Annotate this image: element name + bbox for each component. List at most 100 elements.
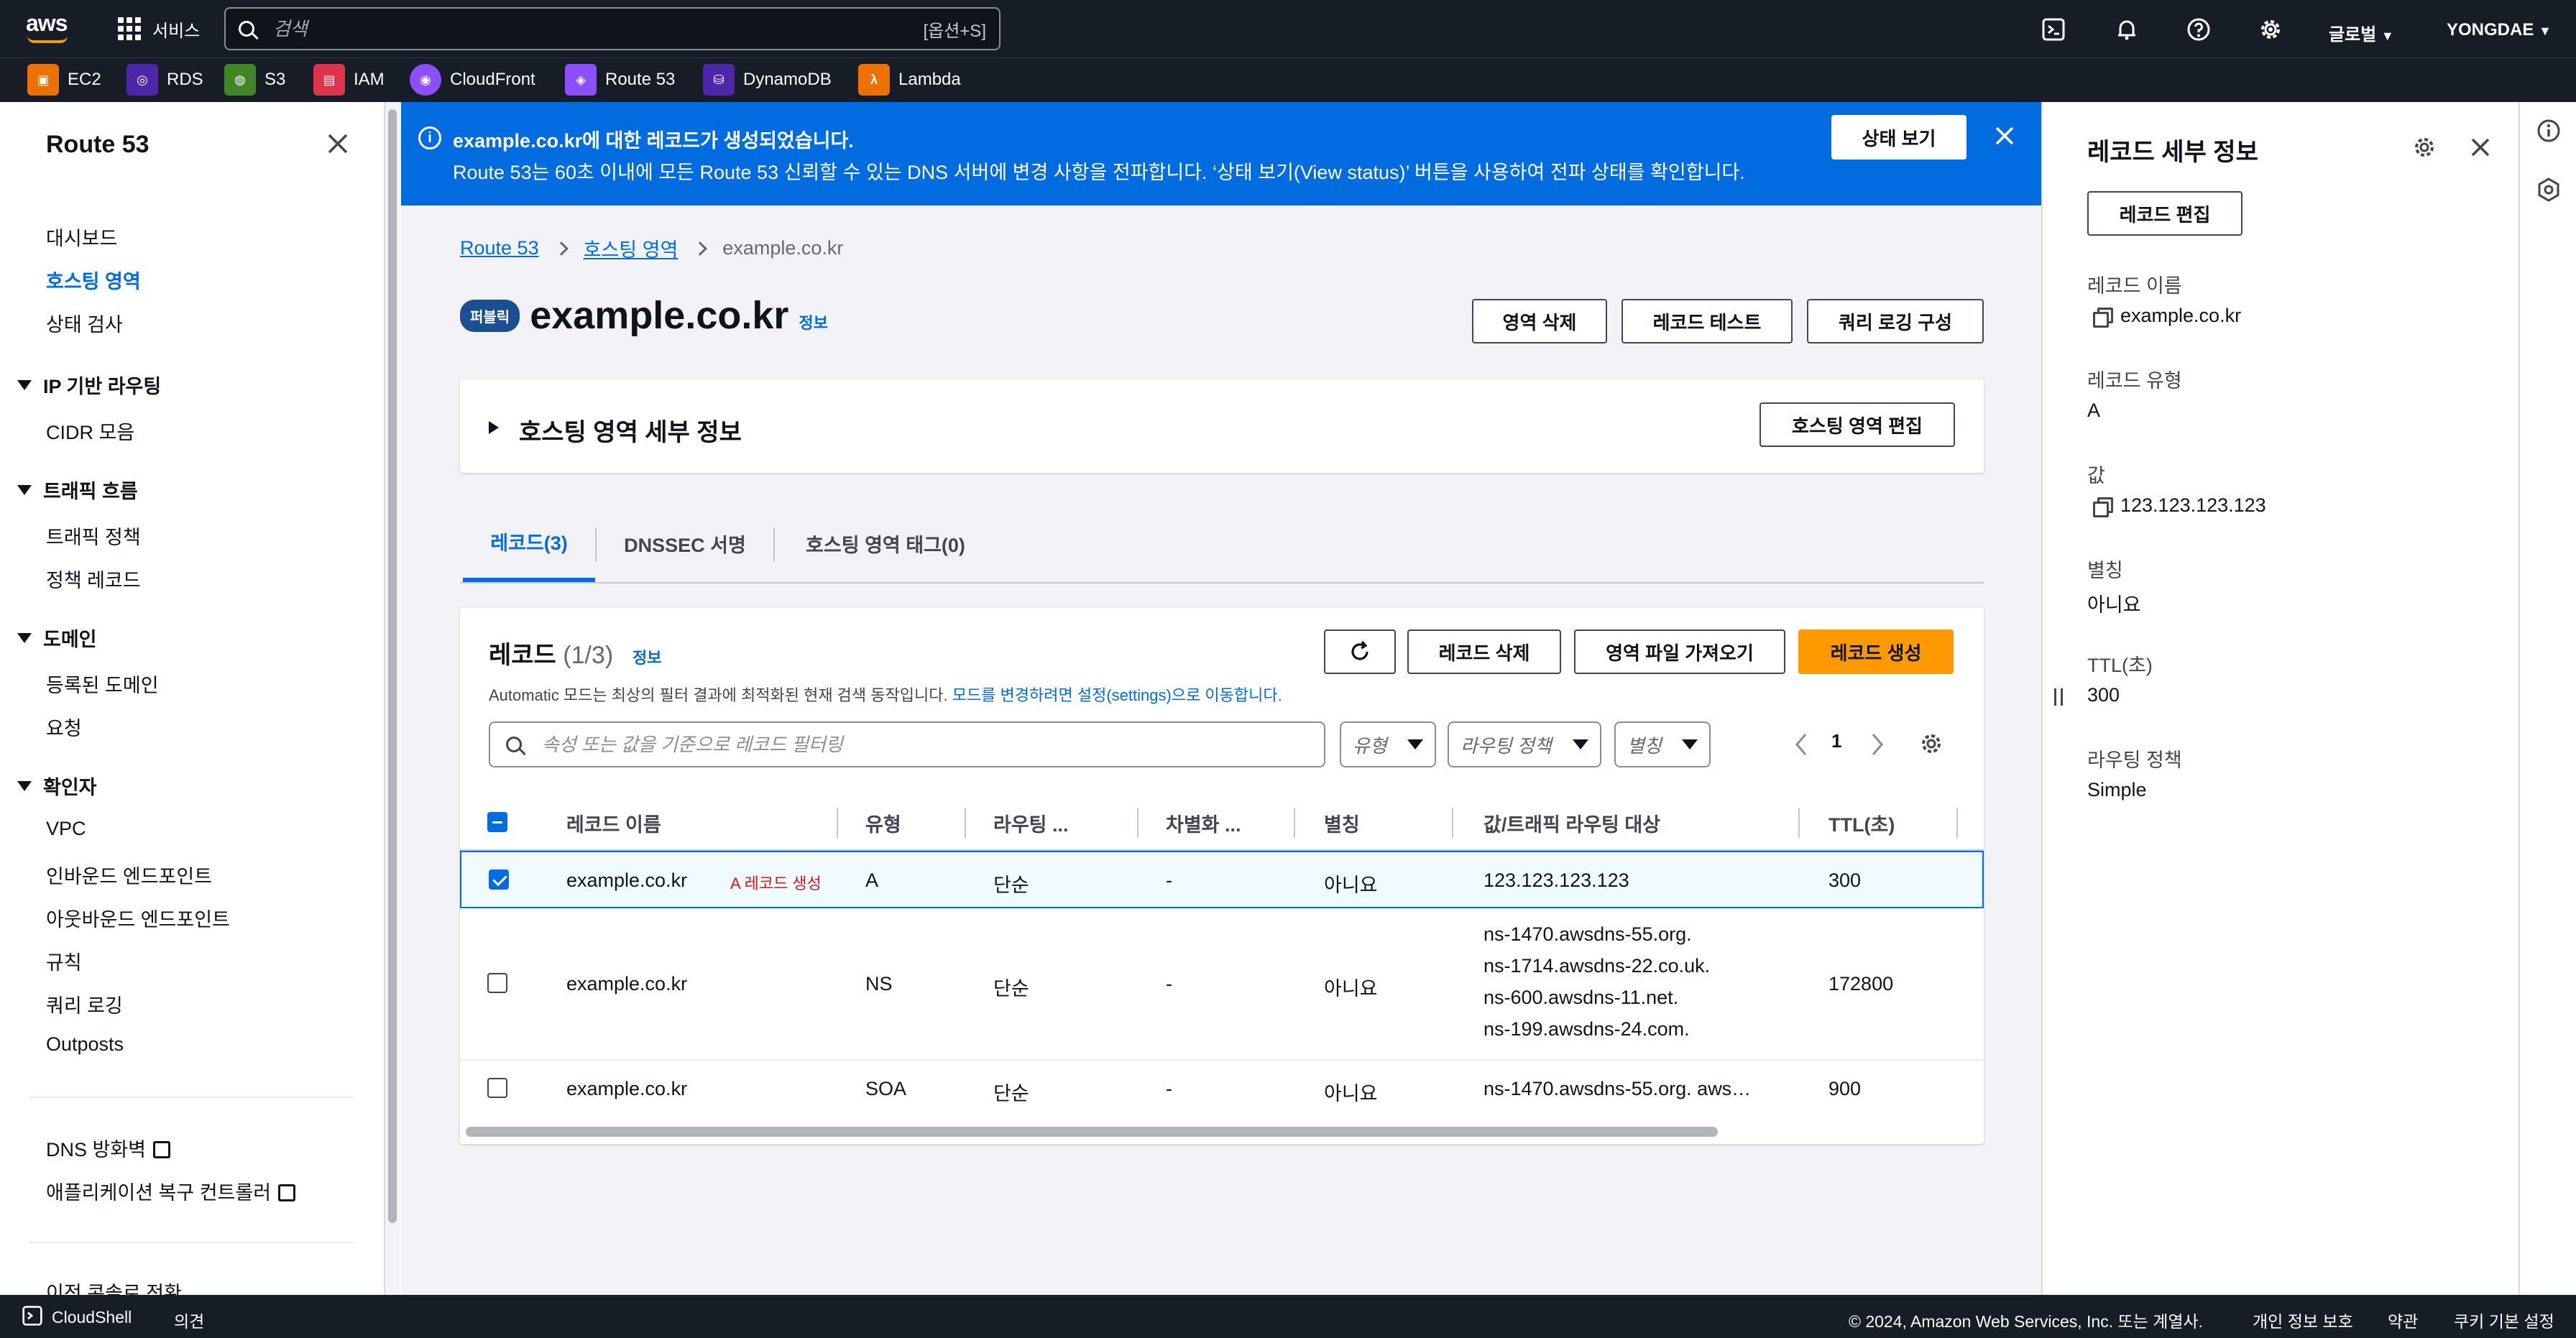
sidebar-item-outposts[interactable]: Outposts xyxy=(46,1033,124,1056)
sidebar-section-ip-routing[interactable]: IP 기반 라우팅 xyxy=(17,371,161,399)
column-type[interactable]: 유형 xyxy=(865,809,901,837)
import-zone-file-button[interactable]: 영역 파일 가져오기 xyxy=(1574,629,1785,674)
region-selector[interactable]: 글로벌 ▼ xyxy=(2329,20,2394,45)
edit-record-button[interactable]: 레코드 편집 xyxy=(2087,191,2242,236)
hexagon-help-icon[interactable] xyxy=(2536,177,2562,206)
settings-link[interactable]: 모드를 변경하려면 설정(settings)으로 이동합니다. xyxy=(952,686,1282,704)
record-filter-input[interactable] xyxy=(542,733,1308,756)
sidebar-item-requests[interactable]: 요청 xyxy=(46,713,82,741)
sidebar-item-dashboard[interactable]: 대시보드 xyxy=(46,223,117,251)
breadcrumb-hosted-zones[interactable]: 호스팅 영역 xyxy=(584,234,678,262)
tab-records[interactable]: 레코드(3) xyxy=(463,504,595,582)
column-resizer[interactable] xyxy=(1137,808,1138,838)
tab-dnssec[interactable]: DNSSEC 서명 xyxy=(597,504,773,582)
sidebar-item-policy-records[interactable]: 정책 레코드 xyxy=(46,565,141,593)
row-checkbox[interactable] xyxy=(487,973,507,993)
column-ttl[interactable]: TTL(초) xyxy=(1828,809,1895,837)
details-expander-title[interactable]: 호스팅 영역 세부 정보 xyxy=(519,412,742,448)
column-resizer[interactable] xyxy=(1294,808,1295,838)
table-row[interactable]: example.co.kr A 레코드 생성 A 단순 - 아니요 123.12… xyxy=(460,851,1984,908)
column-resizer[interactable] xyxy=(965,808,966,838)
close-flash-icon[interactable] xyxy=(1992,124,2017,148)
record-filter[interactable] xyxy=(489,721,1325,767)
panel-resize-handle[interactable] xyxy=(2054,688,2063,706)
panel-settings-icon[interactable] xyxy=(2412,135,2437,163)
next-page-icon[interactable] xyxy=(1869,732,1886,762)
sidebar-item-hosted-zones[interactable]: 호스팅 영역 xyxy=(46,266,141,294)
sidebar-item-rules[interactable]: 규칙 xyxy=(46,947,82,975)
select-all-checkbox[interactable] xyxy=(487,812,507,832)
favorite-s3[interactable]: ◍ S3 xyxy=(224,64,285,96)
close-panel-icon[interactable] xyxy=(2468,135,2493,163)
sidebar-item-traffic-policies[interactable]: 트래픽 정책 xyxy=(46,522,141,550)
favorite-lambda[interactable]: λ Lambda xyxy=(858,64,961,96)
table-row[interactable]: example.co.kr SOA 단순 - 아니요 ns-1470.awsdn… xyxy=(460,1061,1984,1118)
cloudshell-footer-icon[interactable] xyxy=(22,1305,43,1331)
sidebar-item-health-checks[interactable]: 상태 검사 xyxy=(46,309,123,337)
row-checkbox[interactable] xyxy=(487,1078,507,1098)
favorite-ec2[interactable]: ▣ EC2 xyxy=(27,64,101,96)
column-resizer[interactable] xyxy=(1956,808,1958,838)
favorite-rds[interactable]: ◎ RDS xyxy=(126,64,203,96)
column-alias[interactable]: 별칭 xyxy=(1324,809,1360,837)
cloudshell-link[interactable]: CloudShell xyxy=(52,1308,132,1327)
sidebar-section-traffic-flow[interactable]: 트래픽 흐름 xyxy=(17,476,138,504)
sidebar-item-cidr[interactable]: CIDR 모음 xyxy=(46,417,134,445)
sidebar-section-resolver[interactable]: 확인자 xyxy=(17,772,97,800)
scrollbar-thumb[interactable] xyxy=(388,109,397,1223)
column-resizer[interactable] xyxy=(837,808,838,838)
close-sidebar-icon[interactable] xyxy=(325,131,351,157)
caret-right-icon[interactable] xyxy=(489,421,499,434)
column-resizer[interactable] xyxy=(1798,808,1800,838)
previous-page-icon[interactable] xyxy=(1793,732,1810,762)
sidebar-item-query-logging[interactable]: 쿼리 로깅 xyxy=(46,990,123,1018)
test-record-button[interactable]: 레코드 테스트 xyxy=(1622,299,1793,343)
sidebar-item-registered-domains[interactable]: 등록된 도메인 xyxy=(46,670,159,698)
help-icon[interactable] xyxy=(2186,17,2211,42)
column-record-name[interactable]: 레코드 이름 xyxy=(566,809,661,837)
column-value[interactable]: 값/트래픽 라우팅 대상 xyxy=(1484,809,1660,837)
favorite-iam[interactable]: ▤ IAM xyxy=(313,64,385,96)
row-checkbox[interactable] xyxy=(489,869,509,890)
favorite-dynamodb[interactable]: ⛁ DynamoDB xyxy=(703,64,832,96)
table-settings-icon[interactable] xyxy=(1919,732,1944,761)
sidebar-item-vpc[interactable]: VPC xyxy=(46,818,86,840)
configure-query-logging-button[interactable]: 쿼리 로깅 구성 xyxy=(1807,299,1984,343)
global-search-input[interactable] xyxy=(273,17,924,40)
sidebar-item-inbound-endpoints[interactable]: 인바운드 엔드포인트 xyxy=(46,861,212,889)
copy-icon[interactable] xyxy=(2093,497,2113,517)
favorite-route53[interactable]: ◈ Route 53 xyxy=(565,64,675,96)
refresh-button[interactable] xyxy=(1324,629,1396,674)
delete-record-button[interactable]: 레코드 삭제 xyxy=(1407,629,1561,674)
current-page[interactable]: 1 xyxy=(1831,730,1841,752)
bell-icon[interactable] xyxy=(2115,17,2139,42)
alias-filter-select[interactable]: 별칭 xyxy=(1614,721,1711,767)
view-status-button[interactable]: 상태 보기 xyxy=(1831,115,1966,160)
services-menu-button[interactable]: 서비스 xyxy=(118,14,200,43)
info-link[interactable]: 정보 xyxy=(799,310,827,333)
table-horizontal-scrollbar[interactable] xyxy=(466,1127,1718,1137)
sidebar-scrollbar[interactable] xyxy=(385,102,400,1295)
gear-icon[interactable] xyxy=(2258,17,2283,42)
cloudshell-icon[interactable] xyxy=(2041,17,2066,42)
delete-zone-button[interactable]: 영역 삭제 xyxy=(1472,299,1607,343)
sidebar-section-domains[interactable]: 도메인 xyxy=(17,624,97,652)
feedback-link[interactable]: 의견 xyxy=(174,1308,204,1332)
sidebar-item-arc[interactable]: 애플리케이션 복구 컨트롤러 xyxy=(46,1177,296,1205)
account-menu[interactable]: YONGDAE ▼ xyxy=(2447,20,2552,40)
sidebar-item-dns-firewall[interactable]: DNS 방화벽 xyxy=(46,1134,171,1162)
routing-policy-filter-select[interactable]: 라우팅 정책 xyxy=(1448,721,1601,767)
type-filter-select[interactable]: 유형 xyxy=(1340,721,1436,767)
privacy-link[interactable]: 개인 정보 보호 xyxy=(2253,1308,2353,1332)
global-search[interactable]: [옵션+S] xyxy=(224,7,1000,50)
copy-icon[interactable] xyxy=(2093,307,2113,328)
table-row[interactable]: example.co.kr NS 단순 - 아니요 ns-1470.awsdns… xyxy=(460,908,1984,1061)
edit-hosted-zone-button[interactable]: 호스팅 영역 편집 xyxy=(1760,402,1955,447)
sidebar-item-outbound-endpoints[interactable]: 아웃바운드 엔드포인트 xyxy=(46,904,230,932)
column-differentiator[interactable]: 차별화 ... xyxy=(1166,809,1241,837)
info-panel-icon[interactable] xyxy=(2536,118,2562,147)
create-record-button[interactable]: 레코드 생성 xyxy=(1798,629,1954,674)
tab-tags[interactable]: 호스팅 영역 태그(0) xyxy=(775,504,996,582)
sidebar-item-legacy-console[interactable]: 이전 콘솔로 전환 xyxy=(46,1278,182,1295)
terms-link[interactable]: 약관 xyxy=(2388,1308,2418,1332)
